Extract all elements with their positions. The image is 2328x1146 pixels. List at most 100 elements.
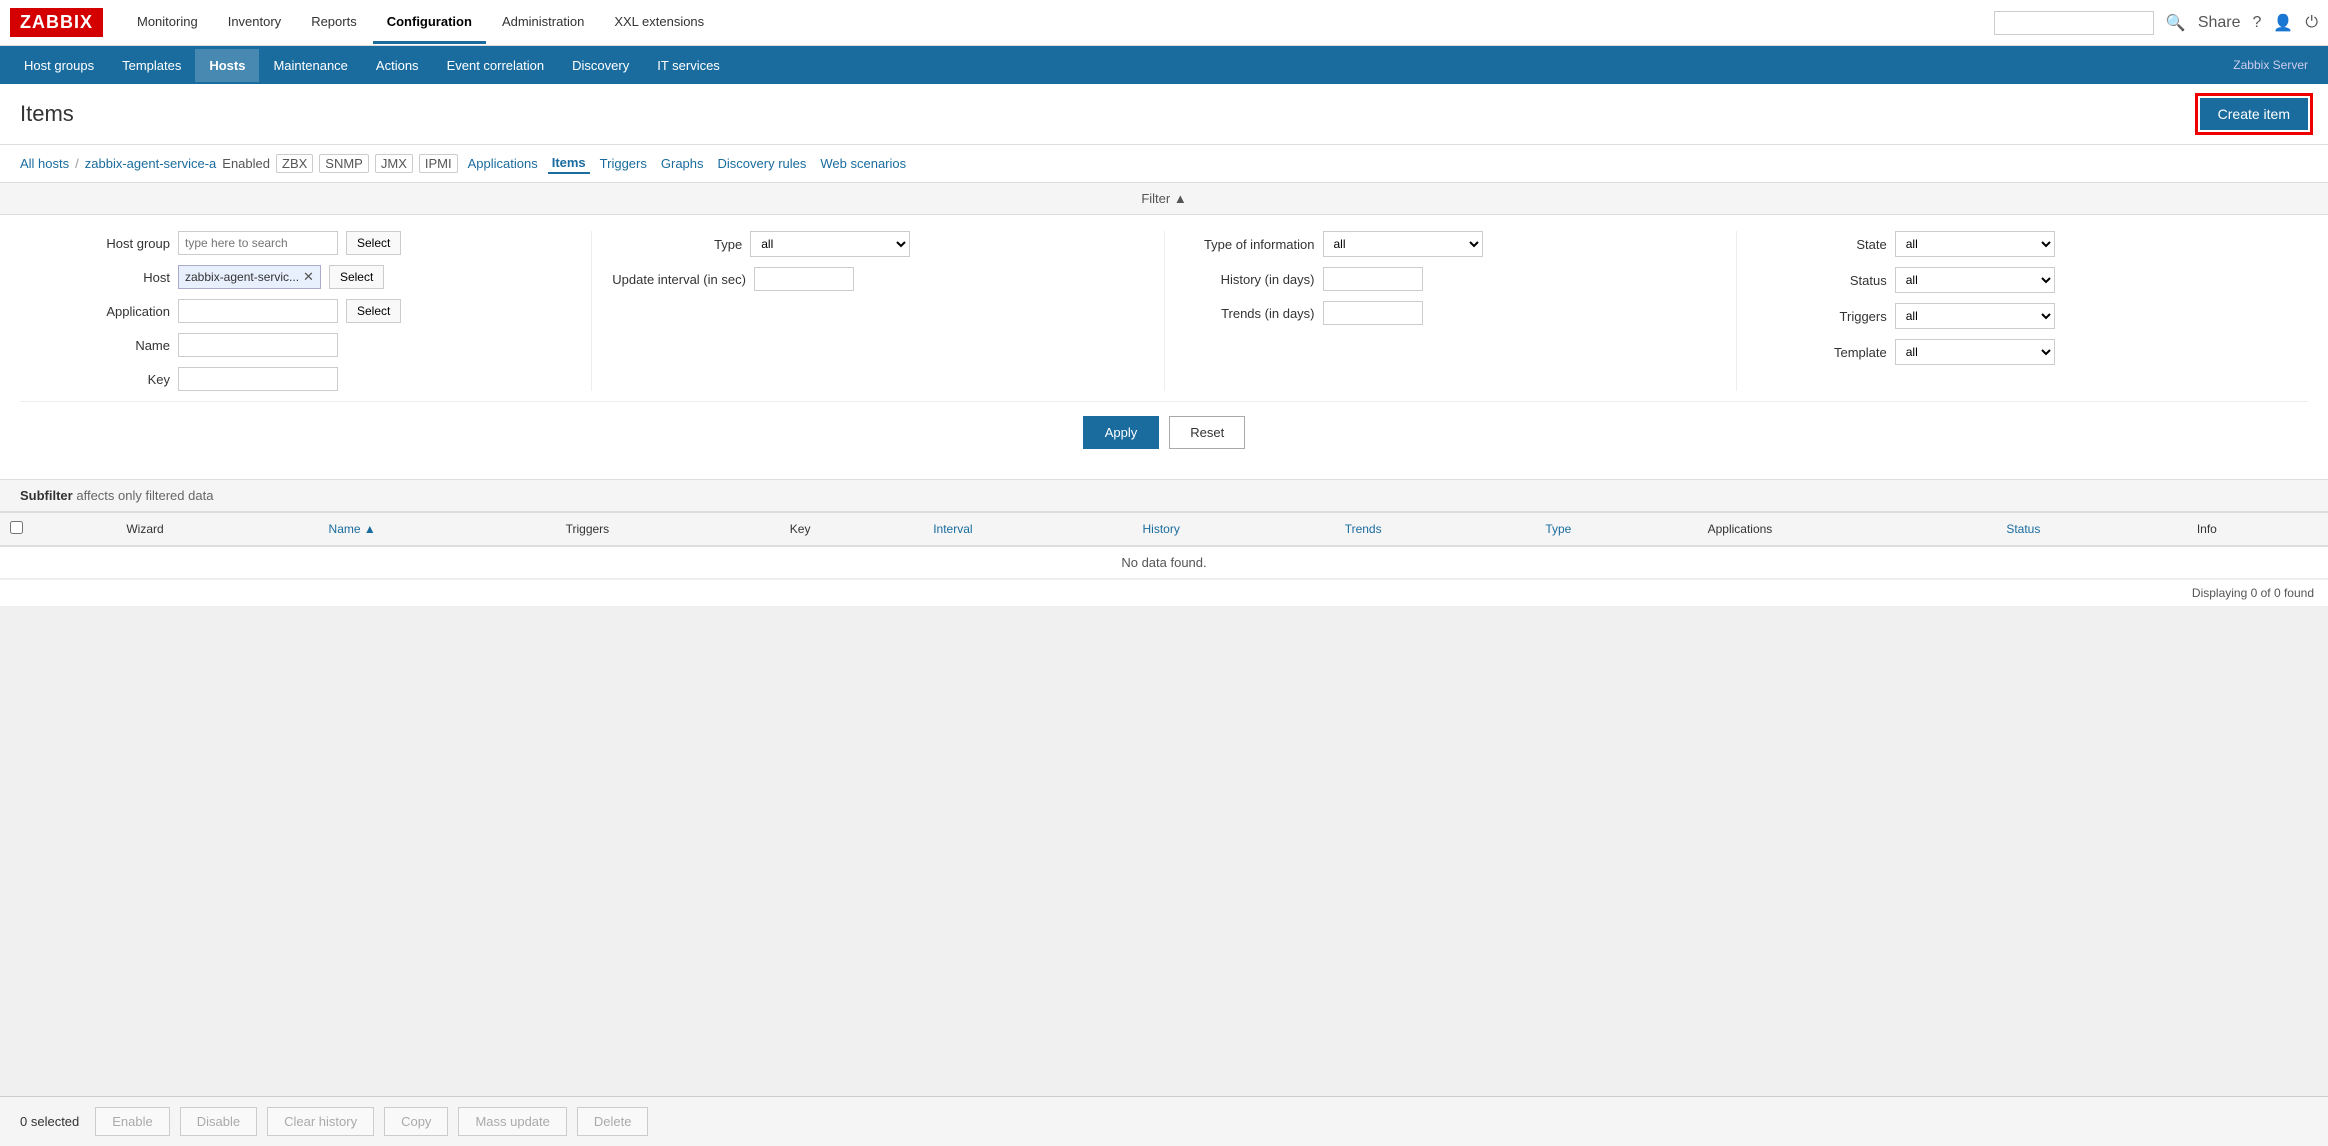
application-input[interactable] (178, 299, 338, 323)
host-tag: zabbix-agent-servic... ✕ (178, 265, 321, 289)
nav-monitoring[interactable]: Monitoring (123, 2, 212, 44)
power-icon[interactable]: ⏻ (2305, 14, 2318, 32)
application-label: Application (40, 304, 170, 319)
copy-button[interactable]: Copy (384, 1107, 448, 1136)
key-input[interactable] (178, 367, 338, 391)
search-icon[interactable]: 🔍 (2166, 13, 2186, 33)
share-label[interactable]: Share (2198, 14, 2241, 32)
nav-administration[interactable]: Administration (488, 2, 598, 44)
tab-items[interactable]: Items (548, 153, 590, 174)
filter-row-status: Status all (1757, 267, 2288, 293)
help-icon[interactable]: ? (2253, 14, 2262, 32)
sort-history[interactable]: History (1143, 522, 1180, 536)
sort-type[interactable]: Type (1545, 522, 1571, 536)
no-data-row: No data found. (0, 546, 2328, 579)
trends-label: Trends (in days) (1185, 306, 1315, 321)
apply-button[interactable]: Apply (1083, 416, 1160, 449)
tab-applications[interactable]: Applications (464, 154, 542, 173)
host-group-input[interactable] (178, 231, 338, 255)
filter-toggle[interactable]: Filter ▲ (0, 183, 2328, 215)
status-select[interactable]: all (1895, 267, 2055, 293)
key-label: Key (40, 372, 170, 387)
filter-row-host: Host zabbix-agent-servic... ✕ Select (40, 265, 571, 289)
filter-row-template: Template all (1757, 339, 2288, 365)
filter-row-host-group: Host group Select (40, 231, 571, 255)
badge-zbx: ZBX (276, 154, 313, 173)
context-label: Zabbix Server (2233, 58, 2318, 72)
create-item-button[interactable]: Create item (2200, 98, 2308, 130)
select-all-checkbox[interactable] (10, 521, 23, 534)
status-label: Status (1757, 273, 1887, 288)
badge-ipmi: IPMI (419, 154, 458, 173)
filter-row-triggers: Triggers all (1757, 303, 2288, 329)
trends-input[interactable] (1323, 301, 1423, 325)
disable-button[interactable]: Disable (180, 1107, 257, 1136)
nav-xxl[interactable]: XXL extensions (600, 2, 718, 44)
page-title: Items (20, 101, 74, 127)
type-of-info-select[interactable]: all (1323, 231, 1483, 257)
subnav-templates[interactable]: Templates (108, 49, 195, 82)
table-header-row: Wizard Name ▲ Triggers Key Interval (0, 513, 2328, 547)
filter-body: Host group Select Host zabbix-agent-serv… (0, 215, 2328, 479)
user-icon[interactable]: 👤 (2273, 13, 2293, 33)
delete-button[interactable]: Delete (577, 1107, 649, 1136)
triggers-select[interactable]: all (1895, 303, 2055, 329)
sort-interval[interactable]: Interval (933, 522, 972, 536)
host-label: Host (40, 270, 170, 285)
nav-reports[interactable]: Reports (297, 2, 371, 44)
breadcrumb-all-hosts[interactable]: All hosts (20, 156, 69, 171)
filter-col-2: Type all Update interval (in sec) (592, 231, 1164, 391)
subnav-maintenance[interactable]: Maintenance (259, 49, 361, 82)
subnav-host-groups[interactable]: Host groups (10, 49, 108, 82)
tab-web-scenarios[interactable]: Web scenarios (816, 154, 910, 173)
th-name: Name ▲ (319, 513, 556, 547)
subnav-discovery[interactable]: Discovery (558, 49, 643, 82)
tab-graphs[interactable]: Graphs (657, 154, 708, 173)
clear-history-button[interactable]: Clear history (267, 1107, 374, 1136)
history-input[interactable] (1323, 267, 1423, 291)
badge-snmp: SNMP (319, 154, 369, 173)
enable-button[interactable]: Enable (95, 1107, 169, 1136)
th-applications: Applications (1698, 513, 1997, 547)
host-tag-value: zabbix-agent-servic... (185, 270, 299, 284)
state-label: State (1757, 237, 1887, 252)
th-info: Info (2187, 513, 2328, 547)
nav-inventory[interactable]: Inventory (214, 2, 295, 44)
host-tag-remove[interactable]: ✕ (303, 269, 314, 285)
th-interval: Interval (923, 513, 1132, 547)
sort-name[interactable]: Name ▲ (329, 522, 376, 536)
reset-button[interactable]: Reset (1169, 416, 1245, 449)
host-group-select-button[interactable]: Select (346, 231, 401, 255)
type-label: Type (612, 237, 742, 252)
th-triggers: Triggers (556, 513, 780, 547)
breadcrumb-sep: / (75, 156, 79, 171)
nav-configuration[interactable]: Configuration (373, 2, 486, 44)
subnav-it-services[interactable]: IT services (643, 49, 734, 82)
host-select-button[interactable]: Select (329, 265, 384, 289)
template-select[interactable]: all (1895, 339, 2055, 365)
host-group-label: Host group (40, 236, 170, 251)
selected-count: 0 selected (20, 1114, 79, 1129)
update-interval-input[interactable] (754, 267, 854, 291)
application-select-button[interactable]: Select (346, 299, 401, 323)
type-select[interactable]: all (750, 231, 910, 257)
filter-columns: Host group Select Host zabbix-agent-serv… (20, 231, 2308, 391)
name-input[interactable] (178, 333, 338, 357)
global-search-input[interactable] (1994, 11, 2154, 35)
subnav-actions[interactable]: Actions (362, 49, 433, 82)
tab-triggers[interactable]: Triggers (596, 154, 651, 173)
breadcrumb-host[interactable]: zabbix-agent-service-a (85, 156, 217, 171)
th-key: Key (780, 513, 923, 547)
state-select[interactable]: all (1895, 231, 2055, 257)
subnav-hosts[interactable]: Hosts (195, 49, 259, 82)
subnav-event-correlation[interactable]: Event correlation (433, 49, 559, 82)
mass-update-button[interactable]: Mass update (458, 1107, 566, 1136)
th-history: History (1133, 513, 1335, 547)
sort-trends[interactable]: Trends (1345, 522, 1382, 536)
tab-discovery-rules[interactable]: Discovery rules (714, 154, 811, 173)
sort-status[interactable]: Status (2006, 522, 2040, 536)
filter-col-4: State all Status all Triggers (1737, 231, 2308, 391)
th-type: Type (1535, 513, 1697, 547)
th-trends: Trends (1335, 513, 1536, 547)
badge-jmx: JMX (375, 154, 413, 173)
